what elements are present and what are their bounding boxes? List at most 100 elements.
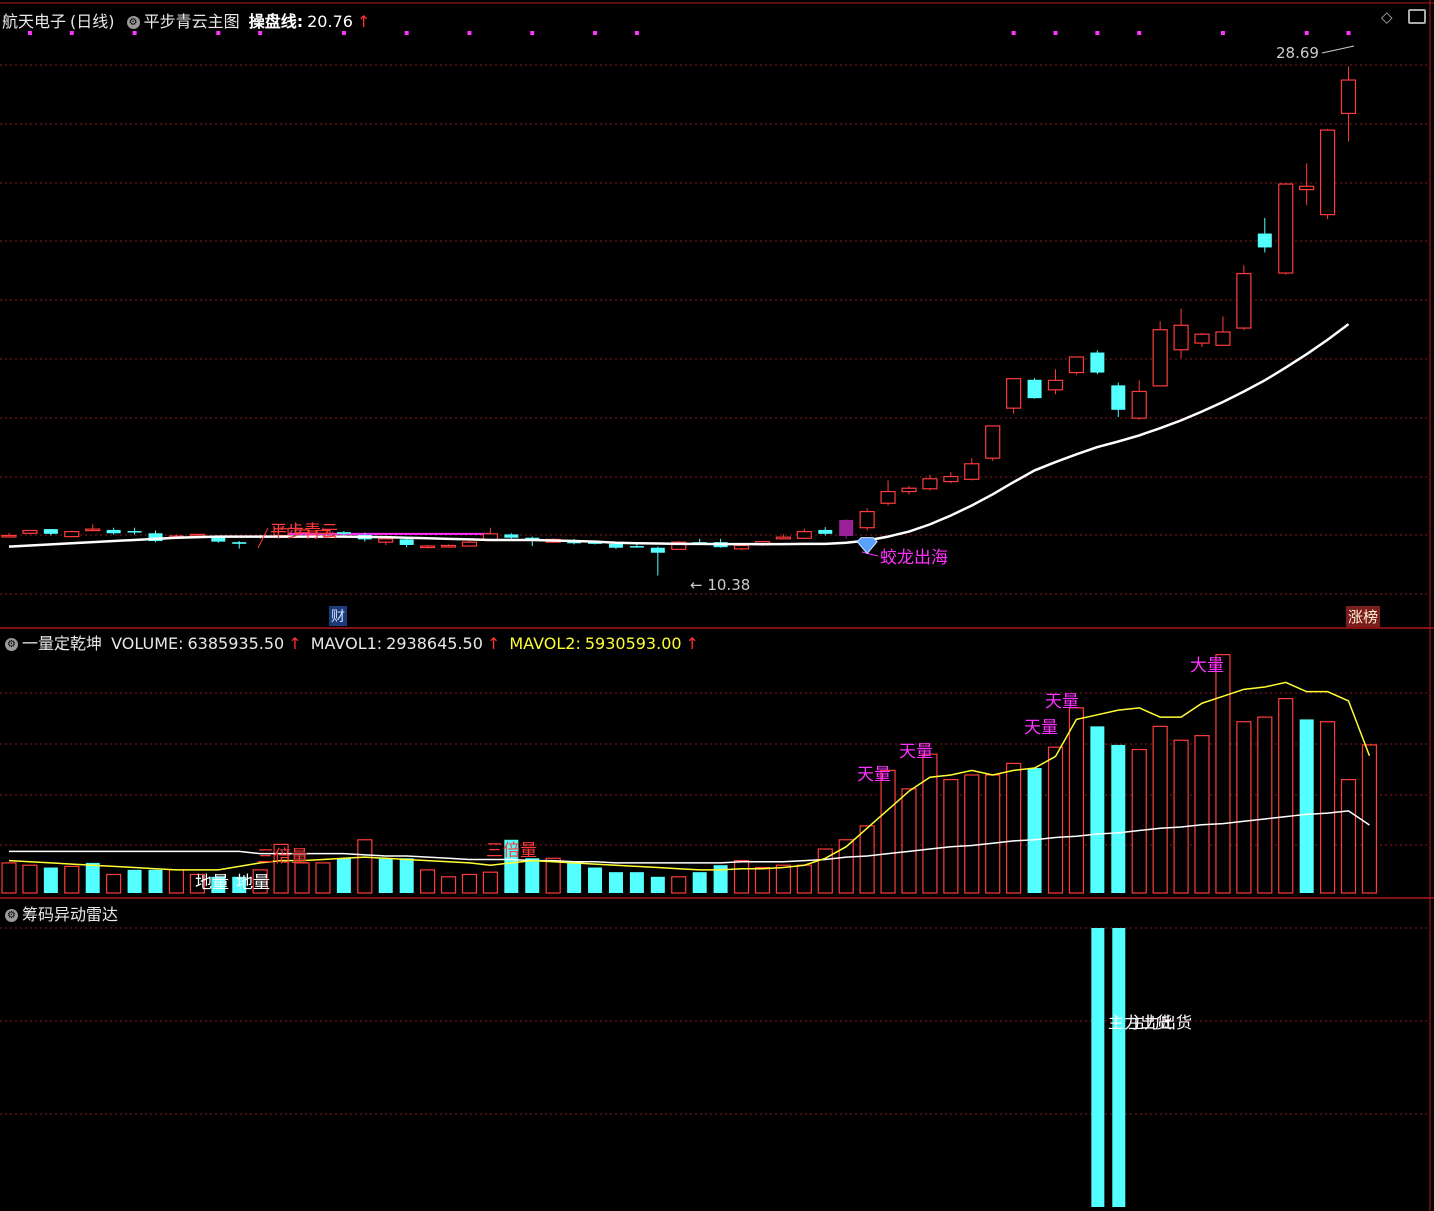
high-pointer bbox=[1321, 45, 1355, 54]
signal-dot bbox=[216, 31, 221, 35]
candle bbox=[440, 544, 457, 548]
candle-body bbox=[901, 487, 917, 493]
signal-dot bbox=[132, 31, 137, 35]
volume-label: 天量 bbox=[899, 742, 933, 762]
candle bbox=[336, 531, 351, 536]
signal-dot bbox=[1346, 31, 1351, 35]
volume-bar bbox=[461, 873, 478, 894]
signal-dot bbox=[1220, 31, 1225, 35]
candle bbox=[943, 472, 959, 484]
volume-bar bbox=[378, 858, 393, 893]
volume-label: 天量 bbox=[1024, 718, 1058, 738]
volume-bar bbox=[482, 871, 498, 894]
volume-label: 地量 bbox=[195, 873, 229, 893]
volume-bar bbox=[85, 862, 100, 893]
candle-body bbox=[1319, 129, 1336, 216]
volume-bar bbox=[545, 857, 561, 894]
candle bbox=[733, 544, 750, 550]
candle-body bbox=[1236, 272, 1252, 329]
volume-bar bbox=[964, 774, 980, 894]
volume-bar bbox=[1131, 748, 1147, 894]
signal-dot bbox=[593, 31, 598, 35]
radar-bar bbox=[1091, 928, 1105, 1207]
candle bbox=[1068, 356, 1085, 375]
candle bbox=[775, 534, 792, 540]
volume-bar bbox=[733, 859, 750, 894]
signal-dot bbox=[1095, 31, 1100, 35]
candle bbox=[1194, 333, 1210, 347]
radar-label: 主力出货 bbox=[1128, 1013, 1192, 1032]
volume-bar bbox=[1, 862, 17, 894]
candle-body bbox=[1006, 378, 1022, 409]
candle-body bbox=[839, 519, 854, 537]
volume-label: 大量 bbox=[1190, 656, 1224, 676]
volume-bar bbox=[692, 872, 707, 893]
candle-body bbox=[1027, 379, 1042, 399]
volume-bar bbox=[294, 862, 310, 894]
candle-body bbox=[608, 543, 623, 548]
candle-body bbox=[1340, 79, 1357, 115]
volume-bar bbox=[1194, 735, 1210, 894]
candle-body bbox=[629, 546, 644, 548]
volume-bar bbox=[754, 866, 771, 894]
volume-bar bbox=[922, 753, 938, 894]
volume-bar bbox=[127, 869, 142, 893]
candle-body bbox=[85, 528, 101, 532]
signal-dot bbox=[1137, 31, 1142, 35]
volume-bar bbox=[629, 872, 644, 893]
candle bbox=[1340, 66, 1357, 142]
volume-bar bbox=[838, 839, 854, 894]
candle bbox=[818, 527, 833, 536]
volume-bar bbox=[880, 769, 896, 894]
volume-bar bbox=[567, 862, 582, 893]
candle-body bbox=[1111, 385, 1126, 410]
candle bbox=[127, 527, 142, 535]
volume-bar bbox=[1068, 707, 1085, 894]
candle-body bbox=[232, 542, 247, 544]
candle-body bbox=[189, 533, 205, 537]
candle bbox=[901, 486, 917, 495]
candle bbox=[525, 536, 540, 547]
candle bbox=[1047, 369, 1064, 395]
signal-dot bbox=[530, 31, 535, 35]
volume-bar bbox=[1047, 746, 1064, 894]
candle bbox=[1236, 265, 1252, 331]
candle-body bbox=[650, 547, 665, 553]
candle bbox=[964, 458, 980, 481]
volume-bar bbox=[1111, 744, 1126, 893]
candle bbox=[461, 541, 478, 547]
volume-bar bbox=[336, 858, 351, 893]
volume-bar bbox=[357, 839, 373, 894]
candle-body bbox=[1090, 352, 1105, 373]
ma-line bbox=[8, 323, 1350, 548]
volume-bar bbox=[1257, 716, 1273, 894]
volume-bar bbox=[1319, 721, 1336, 894]
candle-body bbox=[106, 529, 121, 534]
volume-bar bbox=[985, 774, 1001, 894]
signal-dot bbox=[1011, 31, 1016, 35]
candle-body bbox=[1152, 329, 1168, 387]
volume-bar bbox=[43, 867, 58, 893]
volume-bar bbox=[859, 825, 875, 894]
volume-label: 三倍量 bbox=[257, 847, 308, 867]
low-price-label: ← 10.38 bbox=[690, 576, 750, 594]
signal-dot bbox=[27, 31, 32, 35]
candle-body bbox=[880, 490, 896, 504]
candle-body bbox=[1, 534, 17, 538]
candle-body bbox=[64, 530, 80, 538]
candle-body bbox=[336, 532, 351, 534]
volume-bar bbox=[1173, 739, 1189, 894]
candle-body bbox=[22, 529, 38, 534]
chart-canvas[interactable]: 平步青云蛟龙出海28.69← 10.38地量 地量三倍量 三倍量天量天量天量天量大量… bbox=[0, 0, 1434, 1211]
volume-label: 地量 bbox=[236, 873, 270, 893]
signal-dot bbox=[258, 31, 263, 35]
volume-bar bbox=[525, 858, 540, 893]
candle bbox=[839, 519, 854, 539]
candle bbox=[1006, 378, 1022, 414]
candle-body bbox=[1278, 183, 1294, 274]
signal-dot bbox=[69, 31, 74, 35]
candle-body bbox=[1215, 331, 1231, 346]
volume-bar bbox=[1299, 719, 1314, 893]
volume-bar bbox=[168, 869, 185, 894]
signal-dot bbox=[634, 31, 639, 35]
